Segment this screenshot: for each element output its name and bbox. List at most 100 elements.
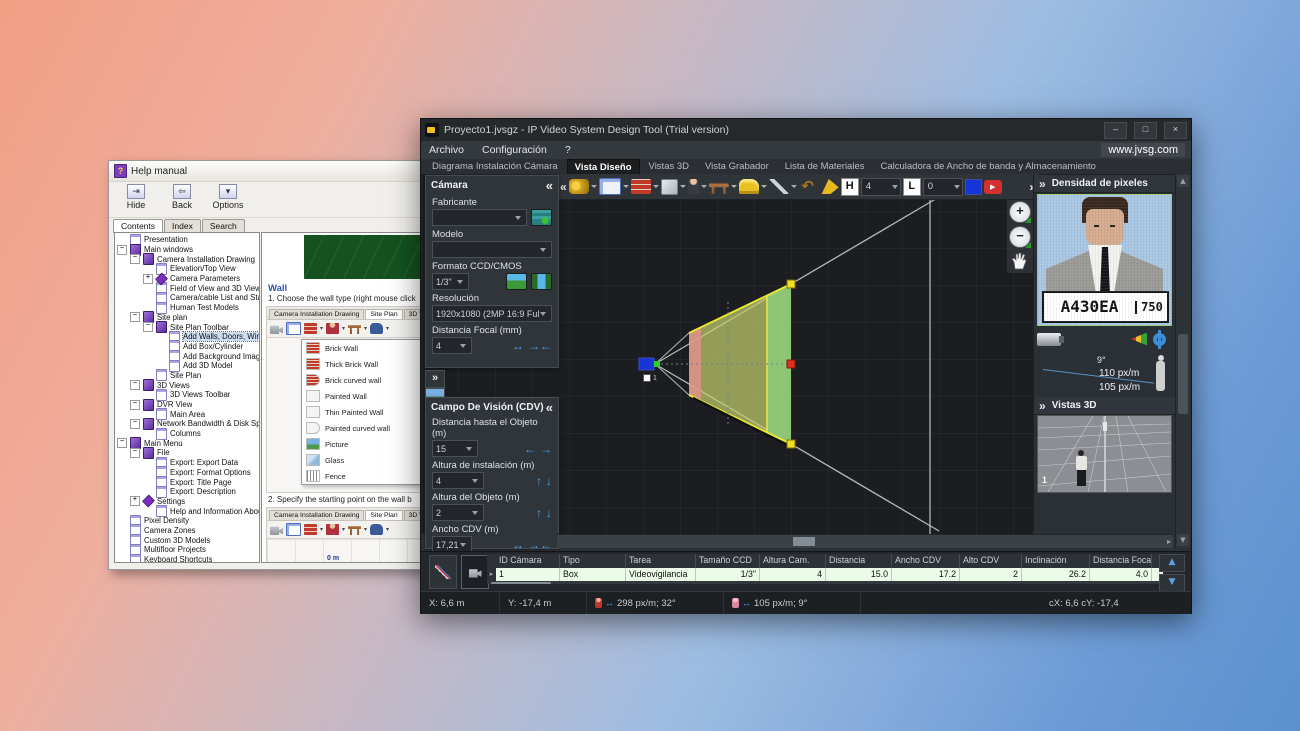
lower-object-icon[interactable]: ↓ xyxy=(546,507,552,519)
scrollbar-thumb[interactable] xyxy=(1178,334,1188,414)
expand-panel-icon[interactable]: » xyxy=(1039,399,1046,413)
tree-item[interactable]: Site Plan xyxy=(115,369,259,382)
widen-cdv-icon[interactable]: ↔ xyxy=(512,539,524,551)
tree-item[interactable]: Export: Title Page xyxy=(115,476,259,489)
chevron-down-icon[interactable] xyxy=(700,185,707,188)
tree-item[interactable]: Add 3D Model xyxy=(115,359,259,372)
tab-contents[interactable]: Contents xyxy=(113,219,164,233)
close-button[interactable]: × xyxy=(1164,121,1187,139)
help-contents-tree[interactable]: Presentation − Main windows − Camera Insta… xyxy=(114,232,260,563)
tree-item[interactable]: Export: Description xyxy=(115,485,259,498)
tree-item-selected[interactable]: Add Walls, Doors, Windows xyxy=(115,330,259,343)
tree-item[interactable]: Camera/cable List and Status bar xyxy=(115,291,259,304)
paint-tool-button[interactable] xyxy=(821,179,839,194)
tree-collapse-icon[interactable]: − xyxy=(130,254,140,265)
tab-vista-diseno[interactable]: Vista Diseño xyxy=(566,159,640,174)
increase-distance-icon[interactable]: → xyxy=(540,443,552,455)
database-search-icon[interactable] xyxy=(531,209,552,226)
narrow-cdv-icon[interactable]: →← xyxy=(528,539,552,551)
chevron-down-icon[interactable] xyxy=(652,185,659,188)
ancho-cdv-dropdown[interactable]: 17,21 xyxy=(432,536,472,551)
add-box-button[interactable] xyxy=(660,178,678,195)
expand-panel-icon[interactable]: » xyxy=(1039,177,1046,191)
focal-dropdown[interactable]: 4 xyxy=(432,337,472,354)
camera-list-button[interactable] xyxy=(461,555,489,589)
table-row[interactable]: ▸ 1 Box Videovigilancia 1/3" 4 15.0 17.2… xyxy=(487,568,1163,581)
tree-item[interactable]: − Main Menu xyxy=(115,437,259,450)
tree-item[interactable]: Add Box/Cylinder xyxy=(115,340,259,353)
hide-button[interactable]: ⇥ Hide xyxy=(119,184,153,217)
collapse-panel-icon[interactable]: « xyxy=(546,178,553,193)
maximize-button[interactable]: □ xyxy=(1134,121,1157,139)
tree-collapse-icon[interactable]: − xyxy=(130,312,140,323)
tab-diagrama-instalacion[interactable]: Diagrama Instalación Cámara xyxy=(425,159,565,174)
tab-lista-materiales[interactable]: Lista de Materiales xyxy=(778,159,872,174)
tree-item[interactable]: Main Area xyxy=(115,408,259,421)
widen-fov-icon[interactable]: ↔ xyxy=(512,340,524,352)
tree-collapse-icon[interactable]: − xyxy=(117,438,127,449)
tree-item[interactable]: − Site plan xyxy=(115,311,259,324)
cable-tool-button[interactable] xyxy=(429,555,457,589)
distancia-objeto-dropdown[interactable]: 15 xyxy=(432,440,478,457)
tab-search[interactable]: Search xyxy=(201,219,245,232)
portrait-orientation-button[interactable] xyxy=(531,273,552,290)
minimize-button[interactable]: – xyxy=(1104,121,1127,139)
tree-item[interactable]: + Camera Parameters xyxy=(115,272,259,286)
tree-item[interactable]: Export: Format Options xyxy=(115,466,259,479)
altura-instalacion-dropdown[interactable]: 4 xyxy=(432,472,484,489)
tree-collapse-icon[interactable]: − xyxy=(130,399,140,410)
lower-camera-icon[interactable]: ↓ xyxy=(546,475,552,487)
formato-dropdown[interactable]: 1/3" xyxy=(432,273,469,290)
scroll-right-icon[interactable]: ▸ xyxy=(1167,535,1171,548)
tab-vista-grabador[interactable]: Vista Grabador xyxy=(698,159,776,174)
add-wall-button[interactable] xyxy=(630,179,651,194)
tab-index[interactable]: Index xyxy=(164,219,201,232)
tree-item[interactable]: Human Test Models xyxy=(115,301,259,314)
chevron-down-icon[interactable] xyxy=(730,185,737,188)
collapse-toolbar-icon[interactable]: « xyxy=(560,180,567,194)
tree-collapse-icon[interactable]: − xyxy=(143,322,153,333)
zoom-in-button[interactable]: + xyxy=(1009,201,1031,223)
video-tutorial-button[interactable]: ▶ xyxy=(983,179,1002,194)
scrollbar-thumb[interactable] xyxy=(491,582,551,584)
fabricante-dropdown[interactable] xyxy=(432,209,527,226)
tree-item[interactable]: Add Background Image xyxy=(115,350,259,363)
zoom-out-button[interactable]: − xyxy=(1009,226,1031,248)
level-button[interactable]: L xyxy=(902,177,921,196)
tree-item[interactable]: Field of View and 3D View xyxy=(115,282,259,295)
main-titlebar[interactable]: Proyecto1.jvsgz - IP Video System Design… xyxy=(421,119,1191,142)
chevron-down-icon[interactable] xyxy=(790,185,797,188)
scroll-down-icon[interactable]: ▼ xyxy=(1177,534,1189,546)
add-person-button[interactable] xyxy=(687,179,699,194)
chevron-down-icon[interactable] xyxy=(679,185,686,188)
raise-object-icon[interactable]: ↑ xyxy=(536,507,542,519)
tree-collapse-icon[interactable]: − xyxy=(130,418,140,429)
back-button[interactable]: ⇦ Back xyxy=(165,184,199,217)
height-dropdown[interactable]: 4 xyxy=(860,177,901,196)
tree-item[interactable]: −3D Views xyxy=(115,379,259,392)
menu-help[interactable]: ? xyxy=(565,144,571,156)
options-button[interactable]: ▾ Options xyxy=(211,184,245,217)
tree-expand-icon[interactable]: + xyxy=(130,496,140,507)
raise-camera-icon[interactable]: ↑ xyxy=(536,475,542,487)
add-vehicle-button[interactable] xyxy=(738,179,759,194)
tree-item[interactable]: Keyboard Shortcuts xyxy=(115,553,259,562)
scroll-up-icon[interactable]: ▲ xyxy=(1177,175,1189,187)
help-titlebar[interactable]: ? Help manual xyxy=(109,161,436,182)
tree-item[interactable]: − Camera Installation Drawing xyxy=(115,253,259,266)
modelo-dropdown[interactable] xyxy=(432,241,552,258)
row-up-button[interactable]: ▲ xyxy=(1159,554,1185,572)
table-scrollbar[interactable] xyxy=(487,581,1163,584)
floorplan-button[interactable] xyxy=(598,178,621,195)
horizontal-scrollbar[interactable]: ▸ xyxy=(557,534,1173,548)
tree-item[interactable]: + Settings xyxy=(115,494,259,508)
tree-collapse-icon[interactable]: − xyxy=(117,244,127,255)
gear-icon[interactable] xyxy=(1153,332,1166,346)
website-link[interactable]: www.jvsg.com xyxy=(1101,143,1185,157)
color-swatch[interactable] xyxy=(964,178,982,195)
resolucion-dropdown[interactable]: 1920x1080 (2MP 16:9 FullHI xyxy=(432,305,552,322)
tree-item[interactable]: − Site Plan Toolbar xyxy=(115,321,259,334)
height-button[interactable]: H xyxy=(840,177,859,196)
level-dropdown[interactable]: 0 xyxy=(922,177,963,196)
menu-archivo[interactable]: Archivo xyxy=(429,144,464,156)
